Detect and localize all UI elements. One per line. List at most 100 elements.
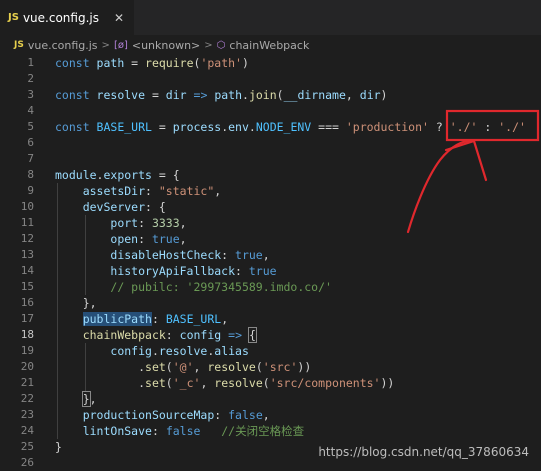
code-token: true: [248, 264, 277, 278]
code-text: },: [55, 391, 97, 407]
code-token: false: [165, 424, 201, 438]
code-token: }: [81, 391, 91, 407]
code-token: lintOnSave: [82, 424, 152, 438]
code-token: config: [179, 328, 222, 342]
line-number: 17: [20, 312, 34, 325]
code-line[interactable]: 16 },: [0, 295, 541, 311]
code-token: 'src': [262, 360, 298, 374]
line-number: 23: [20, 408, 34, 421]
code-token: :: [235, 264, 249, 278]
code-line[interactable]: 15 // pubilc: '2997345589.imdo.co/': [0, 279, 541, 295]
code-line[interactable]: 2: [0, 71, 541, 87]
code-token: false: [228, 408, 263, 422]
code-token: ,: [262, 248, 270, 262]
tab-vue-config[interactable]: JS vue.config.js ✕: [0, 0, 134, 35]
code-line[interactable]: 19 config.resolve.alias: [0, 343, 541, 359]
code-line[interactable]: 18 chainWebpack: config => {: [0, 327, 541, 343]
code-token: BASE_URL: [96, 120, 152, 134]
code-editor[interactable]: 1 const path = require('path') 2 3 const res…: [0, 55, 541, 469]
code-token: env: [228, 120, 249, 134]
code-token: ?: [428, 120, 450, 134]
code-token: ,: [179, 216, 187, 230]
code-token: //关闭空格检查: [221, 424, 305, 438]
breadcrumb-unknown[interactable]: <unknown>: [132, 39, 200, 52]
code-token: resolve: [214, 376, 263, 390]
code-token: 3333: [151, 216, 180, 230]
code-line[interactable]: 4: [0, 103, 541, 119]
chevron-right-icon: >: [101, 39, 110, 51]
code-line[interactable]: 14 historyApiFallback: true: [0, 263, 541, 279]
code-line[interactable]: 13 disableHostCheck: true,: [0, 247, 541, 263]
line-number: 3: [27, 88, 34, 101]
code-line[interactable]: 9 assetsDir: "static",: [0, 183, 541, 199]
code-token: alias: [214, 344, 249, 358]
code-line[interactable]: 23 productionSourceMap: false,: [0, 407, 541, 423]
line-number: 19: [20, 344, 34, 357]
code-text: const path = require('path'): [55, 55, 249, 71]
code-line[interactable]: 12 open: true,: [0, 231, 541, 247]
code-line[interactable]: 11 port: 3333,: [0, 215, 541, 231]
code-token: resolve: [96, 88, 146, 102]
code-line[interactable]: 1 const path = require('path'): [0, 55, 541, 71]
code-line[interactable]: 6: [0, 135, 541, 151]
code-token: :: [138, 232, 152, 246]
code-text: historyApiFallback: true: [55, 263, 277, 279]
code-token: {: [247, 327, 257, 343]
code-text: disableHostCheck: true,: [55, 247, 270, 263]
code-token: const: [55, 120, 97, 134]
code-token: join: [248, 88, 277, 102]
code-token: '_c': [172, 376, 201, 390]
method-icon: ⬡: [216, 39, 226, 51]
code-token: = {: [151, 168, 180, 182]
code-line[interactable]: 17 publicPath: BASE_URL,: [0, 311, 541, 327]
breadcrumb-symbol[interactable]: chainWebpack: [229, 39, 309, 52]
code-token: .: [151, 344, 159, 358]
code-token: true: [235, 248, 263, 262]
code-token: open: [110, 232, 139, 246]
code-text: .set('_c', resolve('src/components')): [55, 375, 394, 391]
code-line[interactable]: 10 devServer: {: [0, 199, 541, 215]
code-token: disableHostCheck: [110, 248, 222, 262]
indent-guide: [57, 183, 58, 439]
code-token: (: [165, 360, 173, 374]
code-text: module.exports = {: [55, 167, 180, 183]
code-line[interactable]: 24 lintOnSave: false //关闭空格检查: [0, 423, 541, 439]
code-token: :: [165, 328, 180, 342]
close-icon[interactable]: ✕: [114, 11, 124, 25]
code-token: :: [214, 408, 229, 422]
code-token: './': [498, 120, 526, 134]
code-line[interactable]: 5 const BASE_URL = process.env.NODE_ENV =…: [0, 119, 541, 135]
code-token: path: [96, 56, 125, 70]
code-token: ,: [214, 184, 222, 198]
code-line[interactable]: 3 const resolve = dir => path.join(__dirn…: [0, 87, 541, 103]
code-token: (: [276, 88, 284, 102]
code-token: '@': [172, 360, 194, 374]
code-line[interactable]: 21 .set('_c', resolve('src/components')): [0, 375, 541, 391]
breadcrumb: JS vue.config.js > [ø] <unknown> > ⬡ cha…: [0, 35, 541, 55]
code-token: 'src/components': [269, 376, 381, 390]
code-token: resolve: [158, 344, 208, 358]
code-token: : {: [145, 200, 166, 214]
code-text: open: true,: [55, 231, 186, 247]
code-token: ===: [311, 120, 346, 134]
breadcrumb-file[interactable]: vue.config.js: [28, 39, 98, 52]
code-line[interactable]: 20 .set('@', resolve('src')): [0, 359, 541, 375]
code-line[interactable]: 22 },: [0, 391, 541, 407]
code-token: .: [248, 120, 256, 134]
code-text: productionSourceMap: false,: [55, 407, 270, 423]
code-line[interactable]: 8 module.exports = {: [0, 167, 541, 183]
code-token: }: [55, 440, 62, 454]
code-token: set: [145, 360, 166, 374]
code-line[interactable]: 7: [0, 151, 541, 167]
variable-icon: [ø]: [113, 39, 128, 51]
code-token: './': [449, 120, 478, 134]
